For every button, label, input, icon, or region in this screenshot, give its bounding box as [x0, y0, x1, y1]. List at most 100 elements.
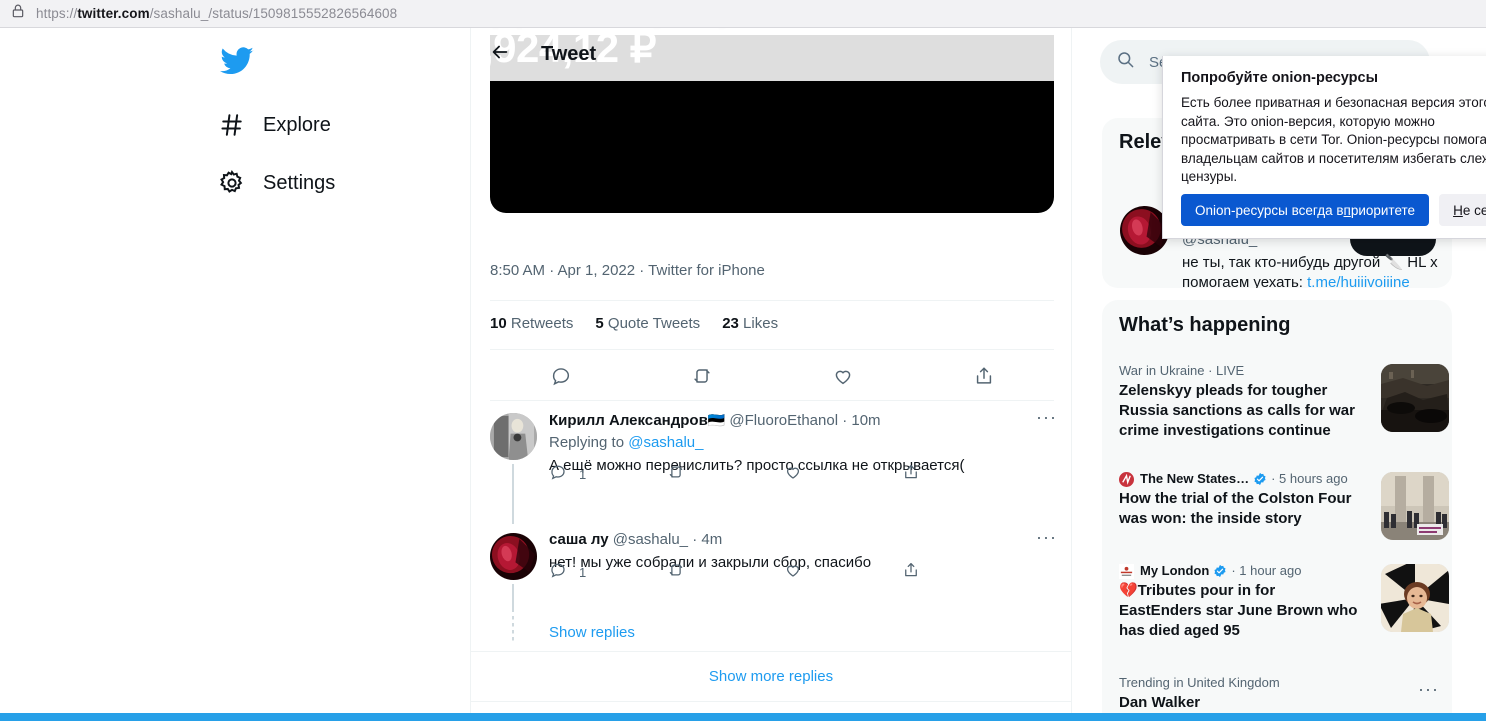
reply-author-handle[interactable]: @sashalu_ [613, 531, 688, 548]
thread-connector-line [512, 464, 514, 524]
replying-to-line: Replying to @sashalu_ [549, 434, 704, 451]
trend-source-name: The New States… [1140, 471, 1250, 486]
url-text: https://twitter.com/sashalu_/status/1509… [36, 6, 398, 21]
left-navigation: Explore Settings [190, 28, 470, 713]
like-icon [832, 365, 854, 392]
reply-item[interactable]: Кирилл Александров🇪🇪 @FluoroEthanol · 10… [471, 402, 1071, 522]
bio-link[interactable]: t.me/huiiivoiiine [1307, 274, 1410, 288]
search-icon [1116, 50, 1135, 74]
trend-headline: Zelenskyy pleads for tougher Russia sanc… [1119, 382, 1355, 439]
reply-author-handle[interactable]: @FluoroEthanol [729, 412, 838, 429]
tweet-detail-column: рр на ноутбук ,924,12 ₽ Tweet 8:50 AM · … [470, 28, 1072, 713]
verified-badge-icon [1213, 564, 1227, 578]
stat-retweets[interactable]: 10 Retweets [490, 315, 573, 332]
reply-icon [550, 365, 572, 392]
onion-popup-body: Есть более приватная и безопасная версия… [1181, 95, 1486, 184]
reply-button[interactable]: 1 [549, 561, 667, 584]
reply-author-name[interactable]: Кирилл Александров [549, 412, 708, 429]
retweet-icon [691, 365, 713, 392]
trend-time: · 1 hour ago [1231, 563, 1302, 578]
like-button[interactable] [772, 365, 913, 392]
share-icon [973, 365, 995, 392]
browser-url-bar[interactable]: https://twitter.com/sashalu_/status/1509… [0, 0, 1486, 28]
reply-action-bar: 1 [549, 560, 1019, 584]
onion-available-popup: Попробуйте onion-ресурсы Есть более прив… [1162, 56, 1486, 239]
reply-icon [549, 561, 567, 584]
trend-thumbnail[interactable] [1381, 364, 1449, 432]
source-logo-icon [1119, 563, 1134, 579]
trend-headline: Dan Walker [1119, 694, 1201, 711]
retweet-icon [667, 463, 685, 486]
share-button[interactable] [902, 561, 1020, 584]
like-button[interactable] [784, 463, 902, 486]
trend-item[interactable]: War in Ukraine · LIVE Zelenskyy pleads f… [1119, 362, 1449, 441]
verified-badge-icon [1253, 472, 1267, 486]
sidebar-item-explore[interactable]: Explore [204, 100, 345, 150]
replying-to-handle[interactable]: @sashalu_ [628, 434, 703, 451]
stat-quote-tweets[interactable]: 5 Quote Tweets [595, 315, 700, 332]
reply-icon [549, 463, 567, 486]
retweet-button[interactable] [667, 463, 785, 486]
more-options-icon[interactable]: ··· [1418, 680, 1439, 698]
trend-thumbnail[interactable] [1381, 564, 1449, 632]
divider [490, 300, 1054, 301]
gear-icon [218, 169, 246, 197]
divider [490, 349, 1054, 350]
tweet-timestamp: 8:50 AM · Apr 1, 2022 · Twitter for iPho… [490, 262, 765, 279]
reply-author-flag: 🇪🇪 [707, 412, 726, 428]
thread-connector-line [512, 584, 514, 612]
reply-author-line: Кирилл Александров🇪🇪 @FluoroEthanol · 10… [549, 410, 1049, 431]
share-icon [902, 463, 920, 486]
reply-author-name[interactable]: саша лу [549, 531, 609, 548]
trend-category: Trending in United Kingdom [1119, 675, 1280, 690]
twitter-page: Explore Settings рр на ноутбук ,924,12 ₽ [0, 28, 1486, 713]
trend-item[interactable]: Trending in United Kingdom Dan Walker ··… [1119, 674, 1439, 713]
whats-happening-card: What’s happening War in Ukraine · LIVE Z… [1102, 300, 1452, 713]
source-logo-icon [1119, 471, 1134, 487]
reply-button[interactable]: 1 [549, 463, 667, 486]
sidebar-item-label: Explore [263, 113, 331, 136]
retweet-button[interactable] [667, 561, 785, 584]
trend-thumbnail[interactable] [1381, 472, 1449, 540]
bio-line-1: не ты, так кто-нибудь другой 🔪 HL [1182, 254, 1426, 271]
thread-dotted-line [512, 616, 514, 642]
show-more-replies-link[interactable]: Show more replies [471, 652, 1071, 701]
share-button[interactable] [902, 463, 1020, 486]
retweet-button[interactable] [631, 365, 772, 392]
sidebar-item-label: Settings [263, 171, 336, 194]
share-icon [902, 561, 920, 584]
reply-item[interactable]: саша лу @sashalu_ · 4m нет! мы уже собра… [471, 522, 1071, 618]
reply-timestamp: · 4m [692, 531, 723, 548]
trend-headline: How the trial of the Colston Four was wo… [1119, 490, 1352, 527]
show-replies-link[interactable]: Show replies [549, 624, 635, 641]
stat-likes[interactable]: 23 Likes [722, 315, 778, 332]
more-options-icon[interactable]: ··· [1036, 528, 1057, 546]
reply-count: 1 [579, 466, 587, 482]
tweet-sticky-header: Tweet [471, 28, 1071, 81]
hashtag-icon [218, 111, 246, 139]
whats-happening-title: What’s happening [1119, 314, 1291, 336]
prioritize-onion-button[interactable]: Onion-ресурсы всегда в п риоритете [1181, 194, 1430, 226]
more-options-icon[interactable]: ··· [1036, 408, 1057, 426]
avatar[interactable] [490, 413, 537, 460]
like-button[interactable] [784, 561, 902, 584]
trend-source-name: My London [1140, 563, 1210, 578]
reply-count: 1 [579, 564, 587, 580]
sidebar-item-settings[interactable]: Settings [204, 158, 349, 208]
not-now-button[interactable]: Не сейчас [1439, 194, 1486, 226]
share-button[interactable] [913, 365, 1054, 392]
divider [490, 400, 1054, 401]
reply-author-line: саша лу @sashalu_ · 4m [549, 530, 1049, 550]
back-arrow-icon[interactable] [489, 41, 511, 68]
trend-time: · 5 hours ago [1271, 471, 1348, 486]
like-icon [784, 463, 802, 486]
trend-item[interactable]: My London · 1 hour ago 💔Tributes pour in… [1119, 562, 1449, 641]
tweet-action-bar [490, 361, 1054, 395]
reply-button[interactable] [490, 365, 631, 392]
lock-icon [10, 3, 36, 24]
tweet-engagement-stats: 10 Retweets 5 Quote Tweets 23 Likes [490, 315, 778, 332]
trend-item[interactable]: The New States… · 5 hours ago How the tr… [1119, 470, 1449, 540]
avatar[interactable] [490, 533, 537, 580]
relevant-person-bio: не ты, так кто-нибудь другой 🔪 HL х помо… [1182, 253, 1440, 288]
onion-popup-buttons: Onion-ресурсы всегда в приоритете Не сей… [1181, 194, 1486, 226]
